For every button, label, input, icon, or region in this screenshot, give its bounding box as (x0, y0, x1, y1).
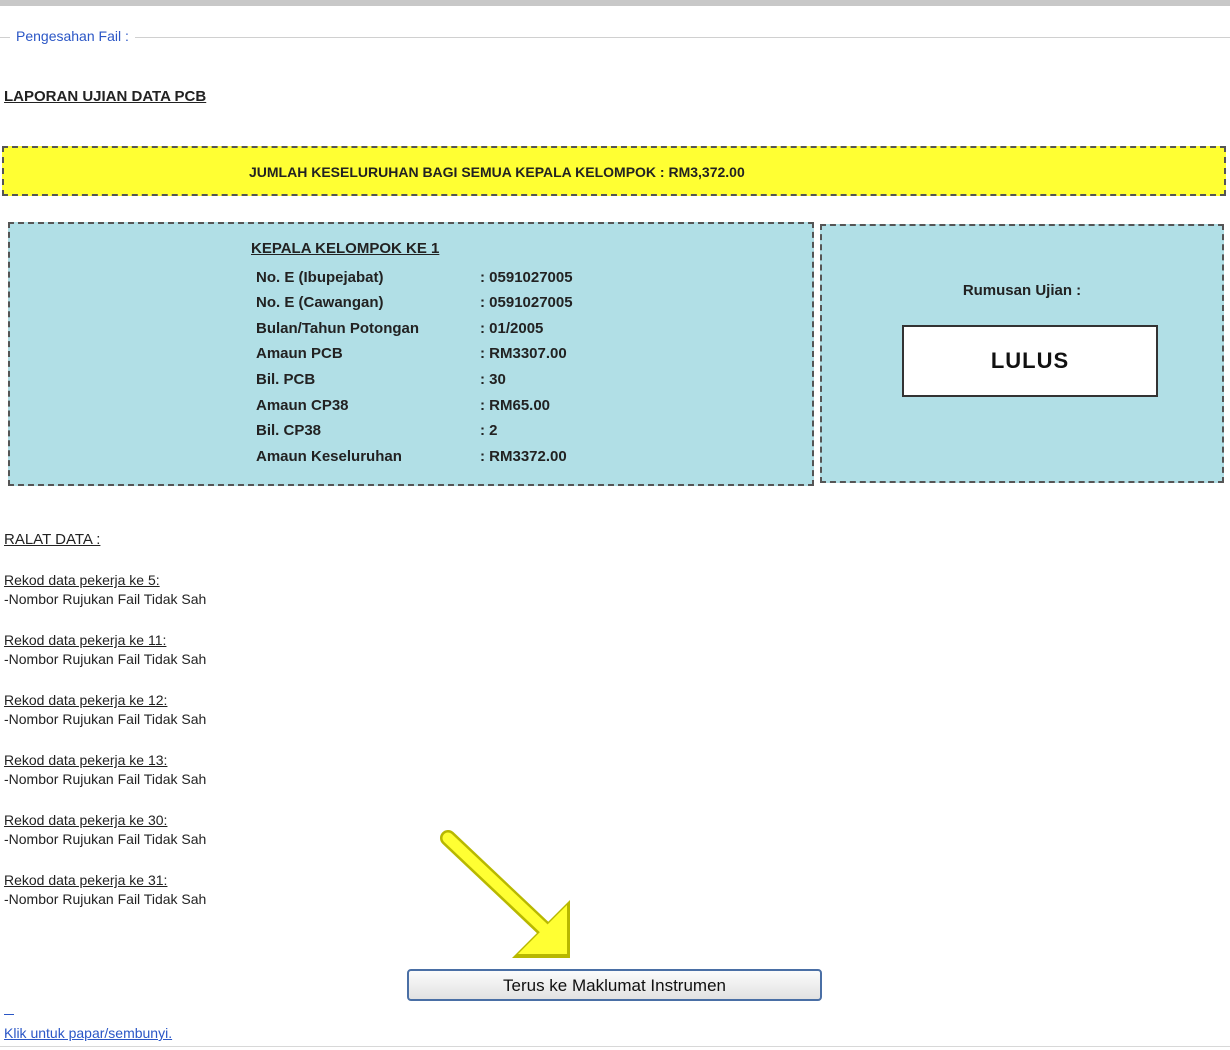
result-box: LULUS (902, 325, 1158, 397)
row-label: Bulan/Tahun Potongan (256, 320, 420, 337)
row-value: : RM3372.00 (480, 448, 567, 465)
fieldset-border (0, 37, 1230, 38)
continue-button[interactable]: Terus ke Maklumat Instrumen (407, 969, 822, 1001)
group-title: KEPALA KELOMPOK KE 1 (251, 240, 440, 257)
row-label: Amaun CP38 (256, 397, 349, 414)
error-message: -Nombor Rujukan Fail Tidak Sah (4, 591, 207, 607)
fieldset-legend: Pengesahan Fail : (10, 28, 135, 44)
error-record: Rekod data pekerja ke 13: (4, 752, 168, 768)
bottom-border (0, 1046, 1230, 1047)
error-item: Rekod data pekerja ke 12: -Nombor Rujuka… (4, 691, 206, 729)
error-item: Rekod data pekerja ke 30: -Nombor Rujuka… (4, 811, 206, 849)
error-record: Rekod data pekerja ke 5: (4, 572, 160, 588)
error-item: Rekod data pekerja ke 31: -Nombor Rujuka… (4, 871, 206, 909)
error-message: -Nombor Rujukan Fail Tidak Sah (4, 711, 207, 727)
total-text: JUMLAH KESELURUHAN BAGI SEMUA KEPALA KEL… (249, 164, 745, 180)
row-value: : RM65.00 (480, 397, 551, 414)
row-label: No. E (Cawangan) (256, 294, 384, 311)
errors-title: RALAT DATA : (4, 531, 101, 548)
row-value: : 01/2005 (480, 320, 544, 337)
error-record: Rekod data pekerja ke 31: (4, 872, 168, 888)
row-value: : 2 (480, 422, 498, 439)
row-value: : 0591027005 (480, 269, 573, 286)
row-value: : 30 (480, 371, 506, 388)
toggle-link[interactable]: Klik untuk papar/sembunyi. (4, 1025, 172, 1041)
error-message: -Nombor Rujukan Fail Tidak Sah (4, 831, 207, 847)
row-label: Bil. PCB (256, 371, 316, 388)
total-banner: JUMLAH KESELURUHAN BAGI SEMUA KEPALA KEL… (2, 146, 1226, 196)
summary-label: Rumusan Ujian : (962, 282, 1082, 299)
error-message: -Nombor Rujukan Fail Tidak Sah (4, 651, 207, 667)
error-item: Rekod data pekerja ke 13: -Nombor Rujuka… (4, 751, 206, 789)
toggle-dash (4, 1014, 14, 1015)
row-label: No. E (Ibupejabat) (256, 269, 384, 286)
arrow-icon (440, 830, 570, 958)
error-item: Rekod data pekerja ke 5: -Nombor Rujukan… (4, 571, 206, 609)
error-record: Rekod data pekerja ke 12: (4, 692, 168, 708)
error-message: -Nombor Rujukan Fail Tidak Sah (4, 891, 207, 907)
summary-panel: Rumusan Ujian : LULUS (820, 224, 1224, 483)
row-label: Bil. CP38 (256, 422, 322, 439)
error-record: Rekod data pekerja ke 30: (4, 812, 168, 828)
row-label: Amaun Keseluruhan (256, 448, 402, 465)
row-label: Amaun PCB (256, 345, 343, 362)
group-panel: KEPALA KELOMPOK KE 1 No. E (Ibupejabat) … (8, 222, 814, 486)
top-border (0, 0, 1230, 6)
report-title: LAPORAN UJIAN DATA PCB (4, 88, 207, 105)
error-message: -Nombor Rujukan Fail Tidak Sah (4, 771, 207, 787)
row-value: : 0591027005 (480, 294, 573, 311)
row-value: : RM3307.00 (480, 345, 567, 362)
error-item: Rekod data pekerja ke 11: -Nombor Rujuka… (4, 631, 206, 669)
error-record: Rekod data pekerja ke 11: (4, 632, 167, 648)
